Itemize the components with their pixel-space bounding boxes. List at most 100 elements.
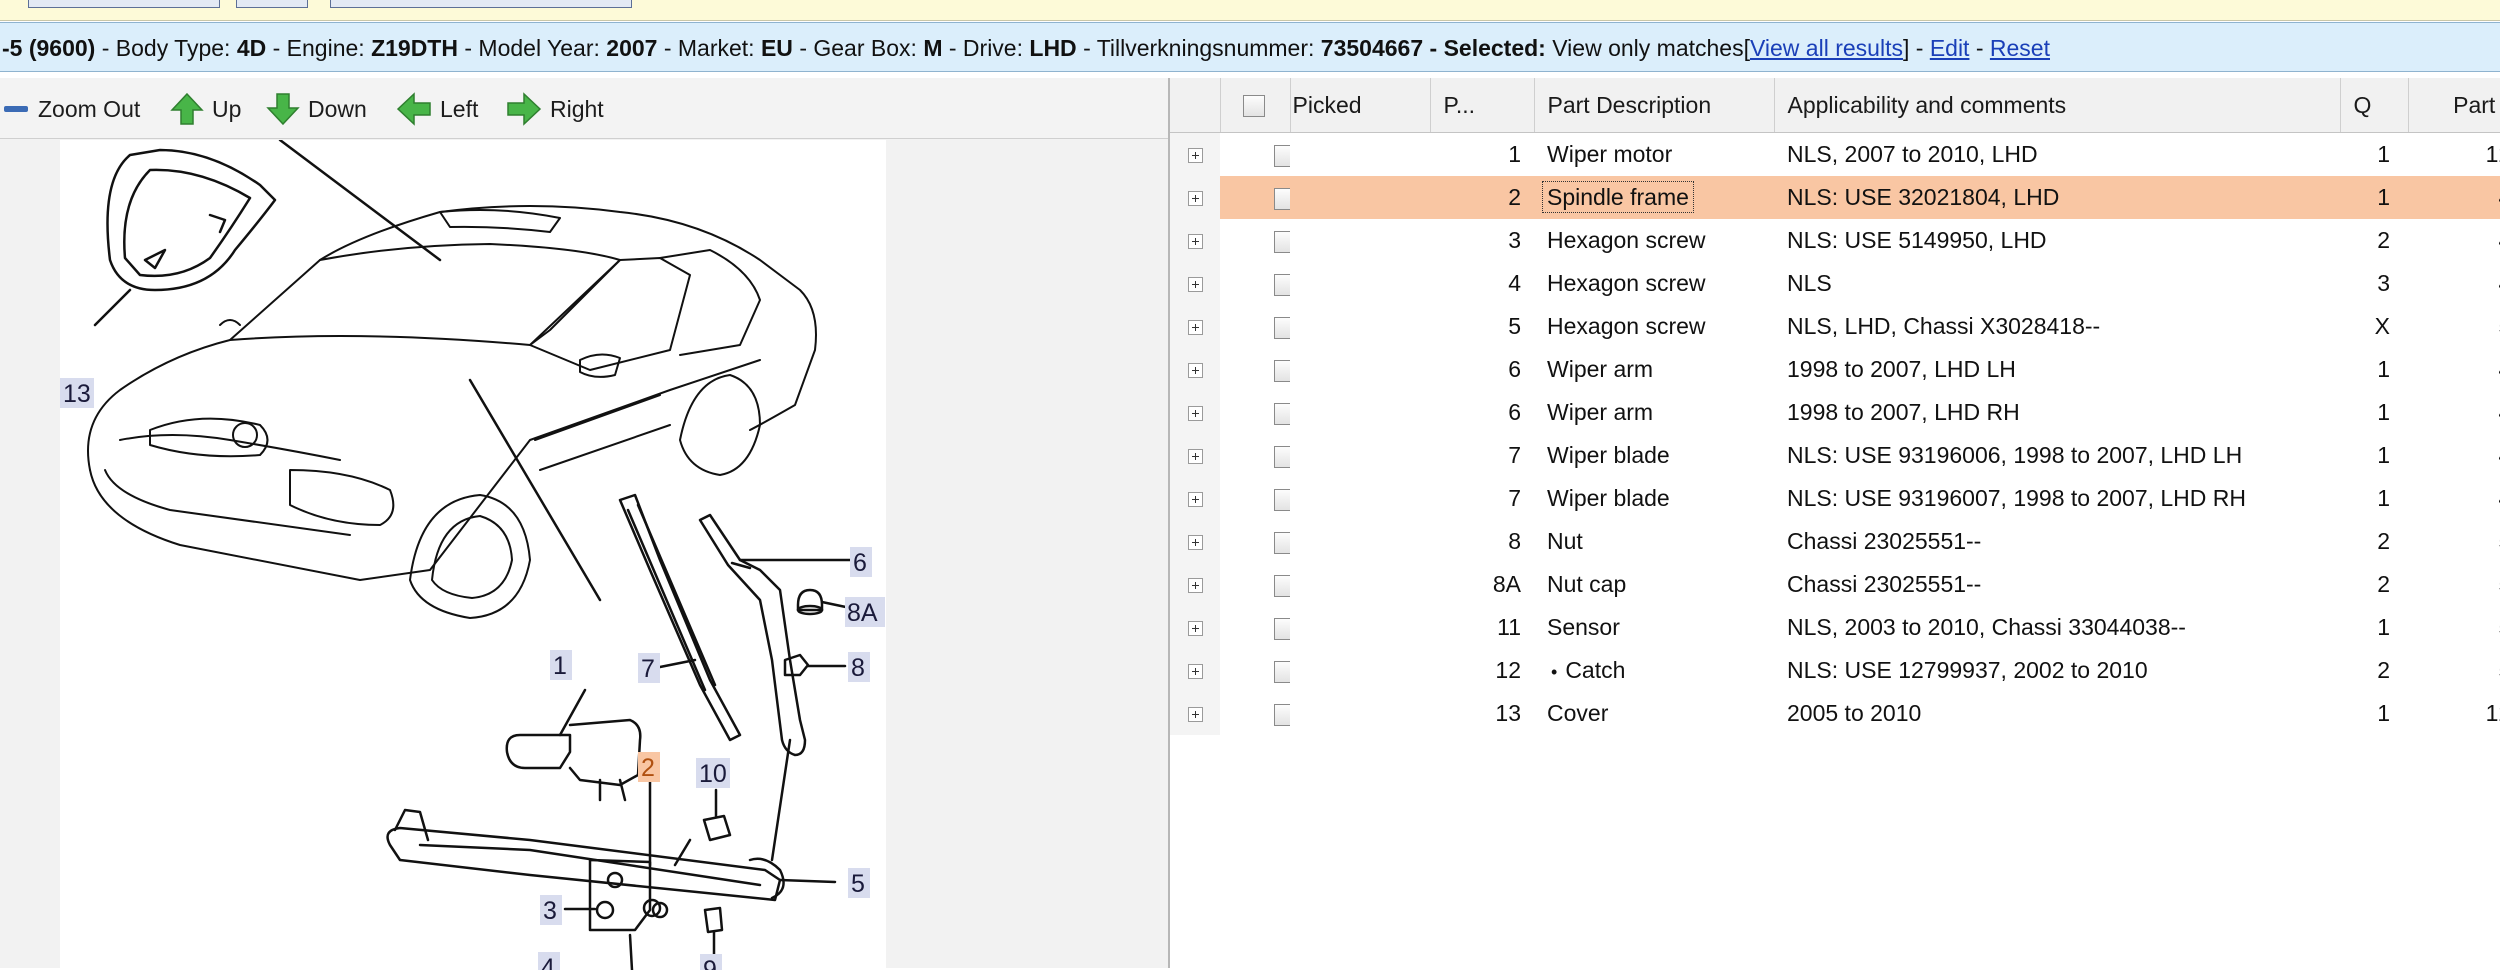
table-row[interactable]: 7 Wiper blade NLS: USE 93196006, 1998 to 2… [1170, 434, 2500, 477]
table-row[interactable]: 4 Hexagon screw NLS 3 4785283 [1170, 262, 2500, 305]
nut-part[interactable] [783, 653, 810, 677]
part-number-cell: 4832341 [2408, 219, 2500, 262]
row-checkbox[interactable] [1274, 703, 1290, 726]
spindle-frame-part[interactable] [386, 808, 785, 932]
table-row[interactable]: 6 Wiper arm 1998 to 2007, LHD LH 1 4832358 [1170, 348, 2500, 391]
table-row[interactable]: 1 Wiper motor NLS, 2007 to 2010, LHD 1 12779… [1170, 132, 2500, 177]
up-button[interactable]: Up [170, 92, 241, 126]
expand-icon[interactable] [1187, 492, 1203, 508]
row-checkbox[interactable] [1274, 660, 1290, 683]
part-number-cell: 5125943 [2408, 520, 2500, 563]
select-all-checkbox[interactable] [1242, 95, 1265, 118]
expand-icon[interactable] [1187, 578, 1203, 594]
expand-cell [1170, 132, 1220, 176]
row-checkbox[interactable] [1274, 488, 1290, 511]
label-1[interactable]: 1 [553, 652, 567, 680]
cover-part[interactable] [106, 148, 277, 292]
row-checkbox[interactable] [1274, 445, 1290, 468]
label-7[interactable]: 7 [641, 655, 655, 683]
expand-icon[interactable] [1187, 707, 1203, 723]
catch-part[interactable] [703, 906, 724, 934]
expand-icon[interactable] [1187, 320, 1203, 336]
position-cell: 6 [1508, 399, 1521, 425]
table-row[interactable]: 2Spindle frame NLS: USE 32021804, LHD1483… [1170, 176, 2500, 219]
top-tab-hint[interactable] [330, 0, 632, 8]
table-row[interactable]: 3 Hexagon screw NLS: USE 5149950, LHD 2 4832… [1170, 219, 2500, 262]
label-8[interactable]: 8 [851, 654, 865, 682]
row-checkbox[interactable] [1274, 359, 1290, 382]
table-row[interactable]: 6 Wiper arm 1998 to 2007, LHD RH 1 4832374 [1170, 391, 2500, 434]
view-all-results-link[interactable]: View all results [1750, 35, 1903, 61]
label-10[interactable]: 10 [699, 760, 727, 788]
sensor-part[interactable] [702, 814, 732, 842]
table-row[interactable]: 8 Nut Chassi 23025551-- 2 5125943 [1170, 520, 2500, 563]
picked-cell [1290, 219, 1430, 262]
top-tab-hint[interactable] [28, 0, 220, 8]
row-checkbox[interactable] [1274, 316, 1290, 339]
picked-column-header[interactable]: Picked [1290, 78, 1431, 133]
reset-link[interactable]: Reset [1990, 35, 2050, 61]
part-number-column-header[interactable]: Part Number [2408, 78, 2500, 133]
edit-link[interactable]: Edit [1930, 35, 1970, 61]
row-checkbox[interactable] [1274, 617, 1290, 640]
quantity-cell: 1 [2377, 356, 2390, 382]
description-column-header[interactable]: Part Description [1534, 78, 1775, 133]
wiper-arm-part[interactable] [698, 513, 807, 757]
row-checkbox[interactable] [1274, 144, 1290, 167]
row-checkbox-cell [1220, 477, 1290, 520]
right-button[interactable]: Right [506, 92, 604, 126]
label-8a[interactable]: 8A [847, 599, 878, 627]
top-tab-hint[interactable] [236, 0, 308, 8]
expand-icon[interactable] [1187, 148, 1203, 164]
row-checkbox[interactable] [1274, 187, 1290, 210]
expand-icon[interactable] [1187, 363, 1203, 379]
label-2[interactable]: 2 [641, 754, 655, 782]
quantity-column-header[interactable]: Q [2340, 78, 2409, 133]
vehicle-info-bar: -5 (9600) - Body Type: 4D - Engine: Z19D… [0, 22, 2500, 72]
bracket: ] - [1902, 35, 1924, 61]
table-row[interactable]: 8A Nut cap Chassi 23025551-- 2 5333927 [1170, 563, 2500, 606]
position-column-header[interactable]: P... [1430, 78, 1535, 133]
table-row[interactable]: 7 Wiper blade NLS: USE 93196007, 1998 to 2… [1170, 477, 2500, 520]
up-label: Up [212, 95, 242, 122]
expand-icon[interactable] [1187, 277, 1203, 293]
label-5[interactable]: 5 [851, 870, 865, 898]
description-cell: Hexagon screw [1534, 305, 1774, 348]
applicability-cell: NLS, LHD, Chassi X3028418-- [1787, 313, 2101, 339]
row-checkbox[interactable] [1274, 531, 1290, 554]
expand-icon[interactable] [1187, 664, 1203, 680]
description-text: Wiper arm [1547, 356, 1654, 382]
wiper-motor-part[interactable] [505, 718, 642, 802]
position-cell: 3 [1508, 227, 1521, 253]
row-checkbox[interactable] [1274, 402, 1290, 425]
zoom-out-button[interactable]: Zoom Out [2, 92, 140, 126]
label-6[interactable]: 6 [853, 549, 867, 577]
expand-icon[interactable] [1187, 406, 1203, 422]
row-checkbox[interactable] [1274, 230, 1290, 253]
table-row[interactable]: 12 • Catch NLS: USE 12799937, 2002 to 2010 2… [1170, 649, 2500, 692]
applicability-column-header[interactable]: Applicability and comments [1774, 78, 2341, 133]
applicability-cell: Chassi 23025551-- [1787, 528, 1982, 554]
expand-icon[interactable] [1187, 449, 1203, 465]
row-checkbox-cell [1220, 649, 1290, 692]
label-13[interactable]: 13 [63, 380, 91, 408]
label-3[interactable]: 3 [543, 897, 557, 925]
table-row[interactable]: 11 Sensor NLS, 2003 to 2010, Chassi 330440… [1170, 606, 2500, 649]
expand-icon[interactable] [1187, 535, 1203, 551]
quantity-cell: 2 [2377, 227, 2390, 253]
expand-cell [1170, 649, 1220, 692]
expand-icon[interactable] [1187, 191, 1203, 207]
nut-cap-part[interactable] [796, 588, 824, 616]
down-button[interactable]: Down [266, 92, 367, 126]
parts-diagram[interactable]: 13 6 8A 1 7 8 2 10 5 3 4 9 [60, 140, 886, 970]
row-checkbox[interactable] [1274, 273, 1290, 296]
diagram-panel: Zoom Out Up Down Left Right 13 6 8A 1 7 … [0, 78, 1170, 970]
left-button[interactable]: Left [396, 92, 478, 126]
expand-icon[interactable] [1187, 234, 1203, 250]
table-row[interactable]: 5 Hexagon screw NLS, LHD, Chassi X3028418-… [1170, 305, 2500, 348]
part-number-cell: 5400593 [2408, 649, 2500, 692]
table-row[interactable]: 13 Cover 2005 to 2010 1 12755356 [1170, 692, 2500, 735]
row-checkbox[interactable] [1274, 574, 1290, 597]
expand-icon[interactable] [1187, 621, 1203, 637]
picked-cell [1290, 133, 1430, 177]
